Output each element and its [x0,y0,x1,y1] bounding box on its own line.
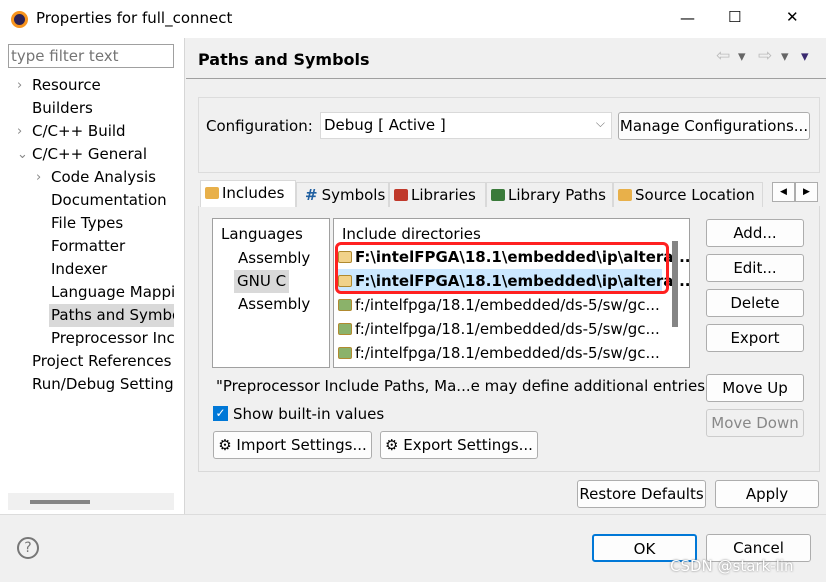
maximize-button[interactable]: ☐ [728,8,741,26]
tab[interactable]: # Symbols [296,182,389,207]
vertical-scrollbar[interactable] [672,241,678,327]
sidebar-item[interactable]: Paths and Symbo [49,304,174,327]
horizontal-scrollbar[interactable] [8,493,174,510]
tree-expand-icon[interactable]: › [17,120,22,143]
preprocessor-note: "Preprocessor Include Paths, Ma...e may … [216,377,706,395]
tab-label: Includes [222,184,285,202]
export-label: Export Settings... [403,436,533,454]
sidebar-item[interactable]: Indexer [49,258,174,281]
sidebar: › ResourceBuilders › C/C++ Build⌄C/C++ Gene… [0,38,185,515]
tab-label: Symbols [321,186,386,204]
export-settings-button[interactable]: ⚙ Export Settings... [380,431,538,459]
eclipse-icon [11,11,28,28]
languages-list: Languages Assembly GNU C Assembly [212,218,330,368]
sidebar-item[interactable]: File Types [49,212,174,235]
sidebar-item[interactable]: Documentation [49,189,174,212]
builtin-folder-icon [338,299,352,311]
builtin-folder-icon [338,347,352,359]
export-icon: ⚙ [385,436,404,454]
import-settings-button[interactable]: ⚙ Import Settings... [213,431,372,459]
manage-configurations-button[interactable]: Manage Configurations... [618,112,810,140]
forward-icon[interactable]: ⇨ [758,46,772,66]
bottom-divider [0,514,826,515]
side-button[interactable]: Export [706,324,804,352]
include-row[interactable]: f:/intelfpga/18.1/embedded/ds-5/sw/gc... [338,317,662,341]
side-button[interactable]: Edit... [706,254,804,282]
show-builtin-checkbox[interactable]: ✓ [213,406,228,421]
sidebar-item[interactable]: Language Mappi [49,281,174,304]
help-button[interactable]: ? [17,537,39,559]
include-path: f:/intelfpga/18.1/embedded/ds-5/sw/gc... [355,296,660,314]
tree-expand-icon[interactable]: › [17,74,22,97]
side-button[interactable]: Add... [706,219,804,247]
apply-button[interactable]: Apply [715,480,819,508]
configuration-label: Configuration: [206,117,313,135]
sidebar-item[interactable]: Preprocessor Inc [49,327,174,350]
tab-icon [205,187,219,199]
chevron-down-icon: ⌵ [595,116,605,130]
import-label: Import Settings... [236,436,367,454]
tab-label: Source Location [635,186,755,204]
language-item[interactable]: Assembly [235,293,313,316]
highlight-box [335,242,669,294]
window-title: Properties for full_connect [36,9,233,27]
sidebar-item[interactable]: C/C++ Build [30,120,174,143]
configuration-select[interactable]: Debug [ Active ] ⌵ [320,112,612,139]
show-builtin-label: Show built-in values [233,405,385,423]
tab-icon [491,189,505,201]
filter-input[interactable] [8,44,174,68]
include-row[interactable]: f:/intelfpga/18.1/embedded/ds-5/sw/gc... [338,341,662,365]
tab[interactable]: Libraries [389,182,486,207]
side-button[interactable]: Move Up [706,374,804,402]
back-menu-icon[interactable]: ▾ [738,47,746,65]
side-button[interactable]: Move Down [706,409,804,437]
side-button[interactable]: Delete [706,289,804,317]
title-bar: Properties for full_connect — ☐ ✕ [0,0,826,38]
tree-expand-icon[interactable]: › [36,166,41,189]
include-directories-list: Include directories F:\intelFPGA\18.1\em… [333,218,690,368]
watermark: CSDN @stark-lin [670,557,794,575]
minimize-button[interactable]: — [680,9,695,27]
hash-icon: # [305,186,318,204]
sidebar-item[interactable]: Resource [30,74,174,97]
back-icon[interactable]: ⇦ [716,46,730,66]
tab-scroll-left[interactable]: ◀ [772,182,795,202]
forward-menu-icon[interactable]: ▾ [781,47,789,65]
sidebar-item[interactable]: Formatter [49,235,174,258]
page-title: Paths and Symbols [198,50,370,69]
configuration-value: Debug [ Active ] [324,116,446,134]
header-divider [186,78,826,79]
tab[interactable]: Source Location [613,182,763,207]
import-icon: ⚙ [218,436,237,454]
sidebar-item[interactable]: Project References [30,350,174,373]
tab[interactable]: Includes [200,180,296,207]
sidebar-item[interactable]: Code Analysis [49,166,174,189]
include-path: f:/intelfpga/18.1/embedded/ds-5/sw/gc... [355,320,660,338]
languages-header: Languages [221,225,303,243]
include-header: Include directories [342,225,481,243]
close-button[interactable]: ✕ [786,8,799,26]
view-menu-icon[interactable]: ▾ [801,47,809,65]
sidebar-item[interactable]: Builders [30,97,174,120]
tree-expand-icon[interactable]: ⌄ [17,143,28,166]
tab-label: Library Paths [508,186,606,204]
restore-defaults-button[interactable]: Restore Defaults [577,480,706,508]
builtin-folder-icon [338,323,352,335]
sidebar-item[interactable]: Run/Debug Settings [30,373,174,396]
language-item[interactable]: GNU C [234,270,290,293]
tab[interactable]: Library Paths [486,182,613,207]
tab-scroll-right[interactable]: ▶ [795,182,818,202]
tab-label: Libraries [411,186,476,204]
include-path: f:/intelfpga/18.1/embedded/ds-5/sw/gc... [355,344,660,362]
tab-icon [394,189,408,201]
tab-icon [618,189,632,201]
sidebar-item[interactable]: C/C++ General [30,143,174,166]
include-row[interactable]: f:/intelfpga/18.1/embedded/ds-5/sw/gc... [338,293,662,317]
language-item[interactable]: Assembly [235,247,313,270]
